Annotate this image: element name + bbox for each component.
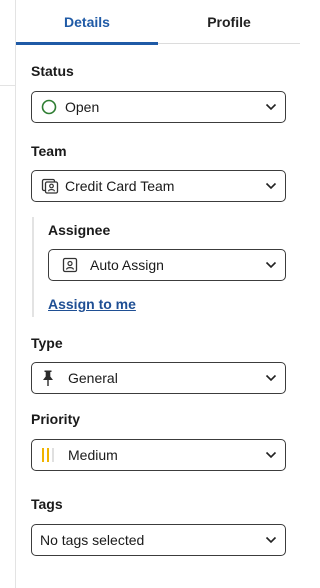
assignee-indent-bar bbox=[32, 217, 34, 317]
assignee-select[interactable]: Auto Assign bbox=[48, 249, 286, 281]
person-card-icon bbox=[58, 255, 86, 275]
tab-details[interactable]: Details bbox=[16, 0, 158, 45]
assign-to-me-link[interactable]: Assign to me bbox=[48, 296, 136, 312]
tab-bar: Details Profile bbox=[16, 0, 300, 45]
ticket-details-panel: Details Profile Status Open Team Credit … bbox=[16, 0, 300, 588]
left-edge-divider bbox=[0, 85, 15, 86]
tags-value: No tags selected bbox=[40, 532, 145, 548]
left-edge-panel bbox=[0, 0, 16, 588]
tab-profile[interactable]: Profile bbox=[158, 0, 300, 44]
status-value: Open bbox=[65, 99, 100, 115]
chevron-down-icon bbox=[257, 440, 285, 470]
type-label: Type bbox=[31, 335, 63, 351]
assignee-label: Assignee bbox=[48, 222, 111, 238]
chevron-down-icon bbox=[257, 363, 285, 393]
chevron-down-icon bbox=[257, 525, 285, 555]
priority-value: Medium bbox=[68, 447, 118, 463]
tags-label: Tags bbox=[31, 496, 63, 512]
priority-select[interactable]: Medium bbox=[31, 439, 286, 471]
chevron-down-icon bbox=[257, 250, 285, 280]
circle-outline-icon bbox=[41, 97, 63, 117]
priority-label: Priority bbox=[31, 411, 81, 427]
type-value: General bbox=[68, 370, 118, 386]
team-card-icon bbox=[41, 176, 63, 196]
status-label: Status bbox=[31, 63, 74, 79]
chevron-down-icon bbox=[257, 171, 285, 201]
team-value: Credit Card Team bbox=[65, 178, 175, 194]
assignee-value: Auto Assign bbox=[90, 257, 164, 273]
tags-select[interactable]: No tags selected bbox=[31, 524, 286, 556]
team-label: Team bbox=[31, 143, 67, 159]
pin-icon bbox=[41, 368, 66, 388]
priority-bars-icon bbox=[41, 445, 66, 465]
team-select[interactable]: Credit Card Team bbox=[31, 170, 286, 202]
type-select[interactable]: General bbox=[31, 362, 286, 394]
chevron-down-icon bbox=[257, 92, 285, 122]
status-select[interactable]: Open bbox=[31, 91, 286, 123]
